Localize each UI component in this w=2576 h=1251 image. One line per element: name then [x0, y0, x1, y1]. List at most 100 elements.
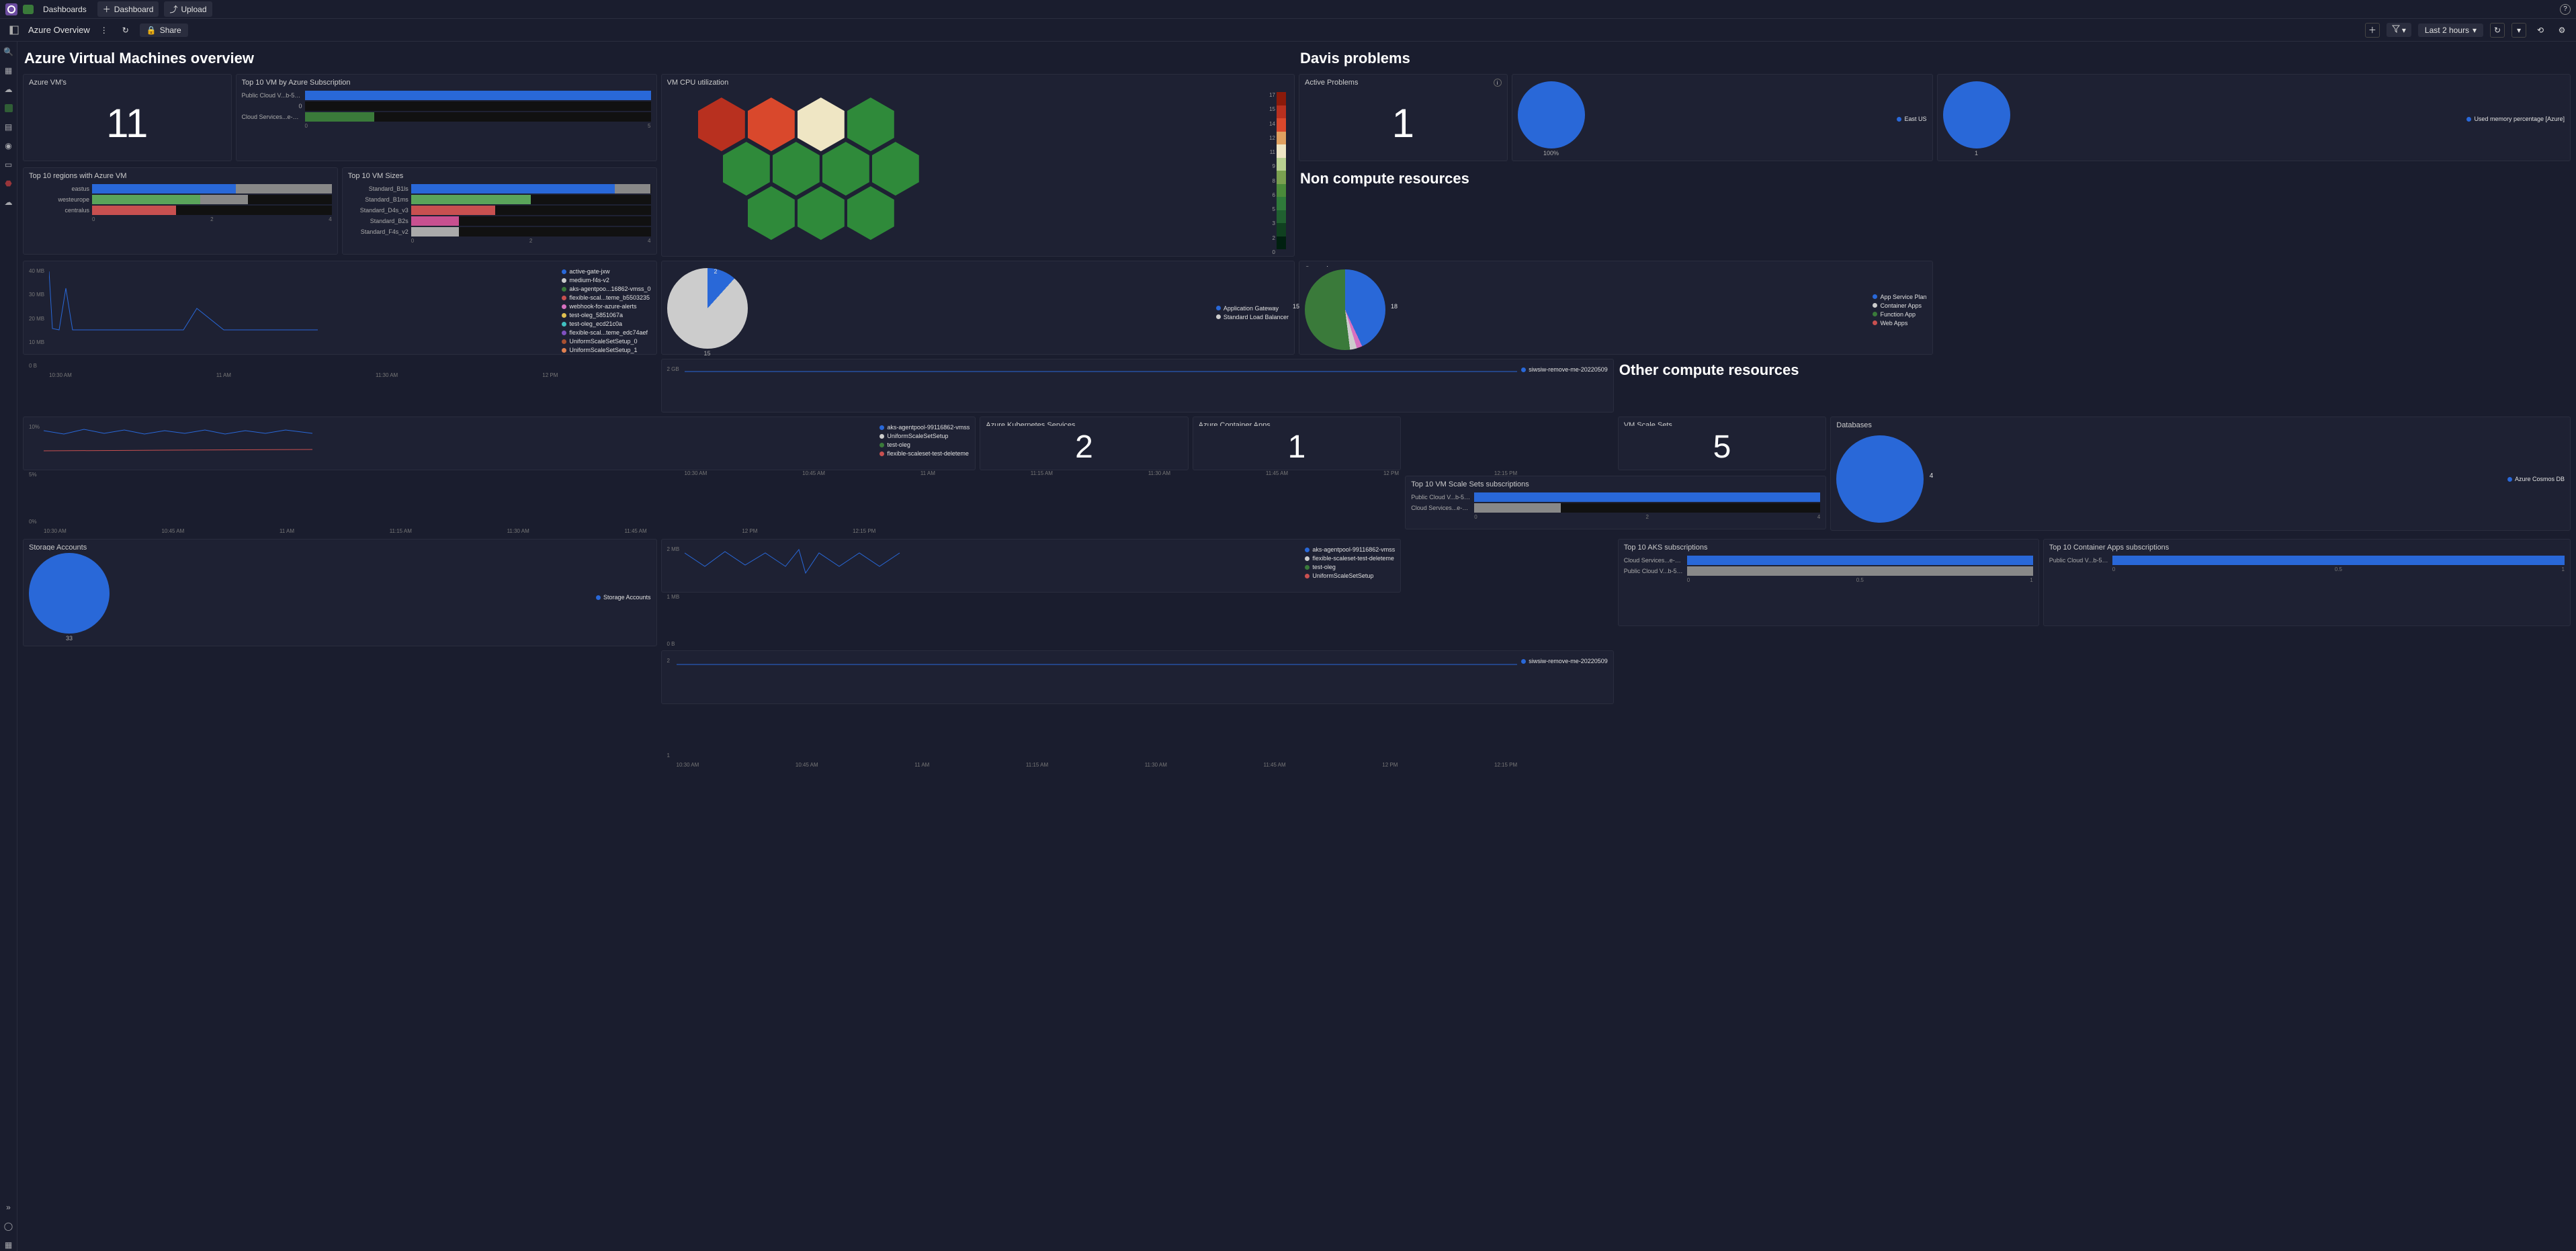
panel-databases[interactable]: Databases 4 Azure Cosmos DB: [1830, 417, 2571, 531]
y-axis: 21: [667, 658, 670, 759]
panel-network-vm[interactable]: Network: VM Network In Total (bytes) 40 …: [23, 261, 657, 355]
panel-aks[interactable]: Azure Kubernetes Services 2: [980, 417, 1189, 470]
bignum-value: 1: [1305, 89, 1502, 157]
line-chart: [44, 424, 875, 525]
line-chart: [49, 268, 558, 369]
breadcrumb-item[interactable]: Dashboards: [38, 3, 92, 16]
dashboard-content: Azure Virtual Machines overview Davis pr…: [17, 42, 2576, 1251]
panel-problems-region[interactable]: Problems by region i 100% East US: [1512, 74, 1933, 161]
legend: App Service PlanContainer AppsFunction A…: [1873, 294, 1926, 327]
legend-item: East US: [1897, 116, 1926, 122]
hex-cell: [723, 142, 770, 196]
dashboard-title: Azure Overview: [28, 25, 90, 35]
calendar-icon[interactable]: ▤: [3, 121, 15, 133]
line-chart: [685, 546, 1301, 647]
bar-row: Cloud Services...e-9fb2dee5f6b1): [242, 112, 651, 122]
panel-storage-accounts[interactable]: Storage Accounts 33 Storage Accounts: [23, 539, 657, 646]
app-logo[interactable]: [5, 3, 17, 15]
x-axis: 024: [92, 216, 332, 222]
panel-title: VM CPU utilization: [667, 79, 1289, 87]
panel-top10-regions[interactable]: Top 10 regions with Azure VM eastusweste…: [23, 167, 338, 255]
panel-top10-vm-sizes[interactable]: Top 10 VM Sizes Standard_B1lsStandard_B1…: [342, 167, 657, 255]
legend-item: flexible-scal...teme_b5503235: [562, 294, 650, 301]
panel-top10-ca-sub[interactable]: Top 10 Container Apps subscriptions Publ…: [2043, 539, 2571, 626]
panel-vm-cpu-util[interactable]: VM CPU utilization 17151412119865320: [661, 74, 1295, 257]
panel-top10-vmss-sub[interactable]: Top 10 VM Scale Sets subscriptions Publi…: [1405, 476, 1826, 529]
refresh-icon[interactable]: ↻: [118, 23, 133, 38]
panel-vmss-cpu[interactable]: VM Scale Sets CPU Utilization 10%5%0% 10…: [23, 417, 976, 470]
info-icon[interactable]: i: [1494, 79, 1502, 87]
new-dashboard-label: Dashboard: [114, 5, 154, 14]
legend-item: flexible-scal...teme_edc74aef: [562, 329, 650, 336]
cloud2-icon[interactable]: ☁: [3, 196, 15, 208]
bar-row: 0: [242, 101, 651, 111]
panel-network-devices[interactable]: Network devices 2 15 Application Gateway…: [661, 261, 1295, 355]
user-icon[interactable]: ◯: [3, 1220, 15, 1232]
legend: Storage Accounts: [596, 594, 651, 601]
monitor-icon[interactable]: ▭: [3, 159, 15, 171]
panel-aca[interactable]: Azure Container Apps 1: [1193, 417, 1402, 470]
panel-title: Top 10 AKS subscriptions: [1624, 544, 2033, 552]
line-chart: [677, 658, 1518, 759]
bar-row: westeurope: [29, 195, 332, 204]
apps-icon[interactable]: ▦: [3, 64, 15, 77]
more-menu-icon[interactable]: ⋮: [97, 23, 112, 38]
time-range-picker[interactable]: Last 2 hours ▾: [2418, 24, 2483, 37]
panel-title: Serverless: [1305, 265, 1927, 267]
panel-title: Top 10 VM Scale Sets subscriptions: [1411, 480, 1820, 488]
panel-active-problems[interactable]: Active Problems i 1: [1299, 74, 1508, 161]
panel-vmss[interactable]: VM Scale Sets 5: [1618, 417, 1827, 470]
legend-item: test-oleg_5851067a: [562, 312, 650, 318]
panel-vmss-net[interactable]: VM Scale Sets Network In Total (bytes) 2…: [661, 539, 1402, 593]
help-icon[interactable]: ?: [2560, 4, 2571, 15]
legend-item: Azure Cosmos DB: [2507, 476, 2565, 482]
panel-top10-vm-sub[interactable]: Top 10 VM by Azure Subscription Public C…: [236, 74, 657, 161]
panel-azure-vms[interactable]: Azure VM's 11: [23, 74, 232, 161]
x-axis: 024: [411, 238, 651, 244]
cloud-icon[interactable]: ☁: [3, 83, 15, 95]
box-green-icon[interactable]: [3, 102, 15, 114]
panel-top10-aks-sub[interactable]: Top 10 AKS subscriptions Cloud Services.…: [1618, 539, 2039, 626]
legend-item: flexible-scaleset-test-deleteme: [1305, 555, 1395, 562]
x-axis: 024: [1474, 514, 1820, 520]
panel-active-problem-details[interactable]: Active problem details i 1 Used memory p…: [1937, 74, 2571, 161]
x-axis: 10:30 AM10:45 AM11 AM11:15 AM11:30 AM11:…: [677, 762, 1518, 768]
search-icon[interactable]: 🔍: [3, 46, 15, 58]
add-panel-button[interactable]: ＋: [2365, 23, 2380, 38]
color-bar: 17151412119865320: [1277, 92, 1286, 249]
legend-item: UniformScaleSetSetup_1: [562, 347, 650, 353]
bar-row: Public Cloud V...b-5ae01877d7b8): [1624, 566, 2033, 576]
upload-icon: ⤴: [169, 3, 177, 15]
upload-button[interactable]: ⤴ Upload: [164, 1, 212, 17]
hex-cell: [798, 97, 845, 151]
hbar-chart: Standard_B1lsStandard_B1msStandard_D4s_v…: [348, 183, 651, 238]
sidebar: 🔍 ▦ ☁ ▤ ◉ ▭ ⬣ ☁ » ◯ ▦: [0, 42, 17, 1251]
share-button[interactable]: 🔒 Share: [140, 24, 188, 37]
alert-icon[interactable]: ⬣: [3, 177, 15, 189]
grid-icon[interactable]: ▦: [3, 1239, 15, 1251]
pie-label: 15: [1293, 303, 1299, 310]
settings-gear-icon[interactable]: ⚙: [2554, 23, 2569, 38]
pie-label: 33: [29, 635, 110, 642]
filter-button[interactable]: ▾: [2387, 23, 2411, 37]
collapse-sidebar-icon[interactable]: [7, 23, 22, 38]
y-axis: 2 MB1 MB0 B: [667, 546, 680, 647]
history-icon[interactable]: ⟲: [2533, 23, 2548, 38]
time-interval-button[interactable]: ▾: [2511, 23, 2526, 38]
legend-item: Application Gateway: [1216, 305, 1289, 312]
expand-icon[interactable]: »: [3, 1201, 15, 1213]
pie-label: 15: [667, 350, 748, 357]
new-dashboard-button[interactable]: ＋ Dashboard: [97, 1, 159, 17]
globe-icon[interactable]: ◉: [3, 140, 15, 152]
bar-row: Standard_B2s: [348, 216, 651, 226]
bar-row: Public Cloud V...b-5ae01877d7b8): [242, 91, 651, 100]
pie-label: 4: [1930, 472, 1934, 480]
time-refresh-button[interactable]: ↻: [2490, 23, 2505, 38]
panel-aks-memory[interactable]: Azure Kubernetes Service: Memory availab…: [661, 359, 1614, 413]
pie-chart: [667, 268, 748, 349]
legend-item: test-oleg_ecd21c0a: [562, 320, 650, 327]
pie-label: 100%: [1518, 150, 1585, 157]
panel-aks-cpu[interactable]: Azure Kubernetes Service: CPU cores avai…: [661, 650, 1614, 704]
hex-cell: [872, 142, 919, 196]
panel-serverless[interactable]: Serverless 15 18 App Service PlanContain…: [1299, 261, 1933, 355]
